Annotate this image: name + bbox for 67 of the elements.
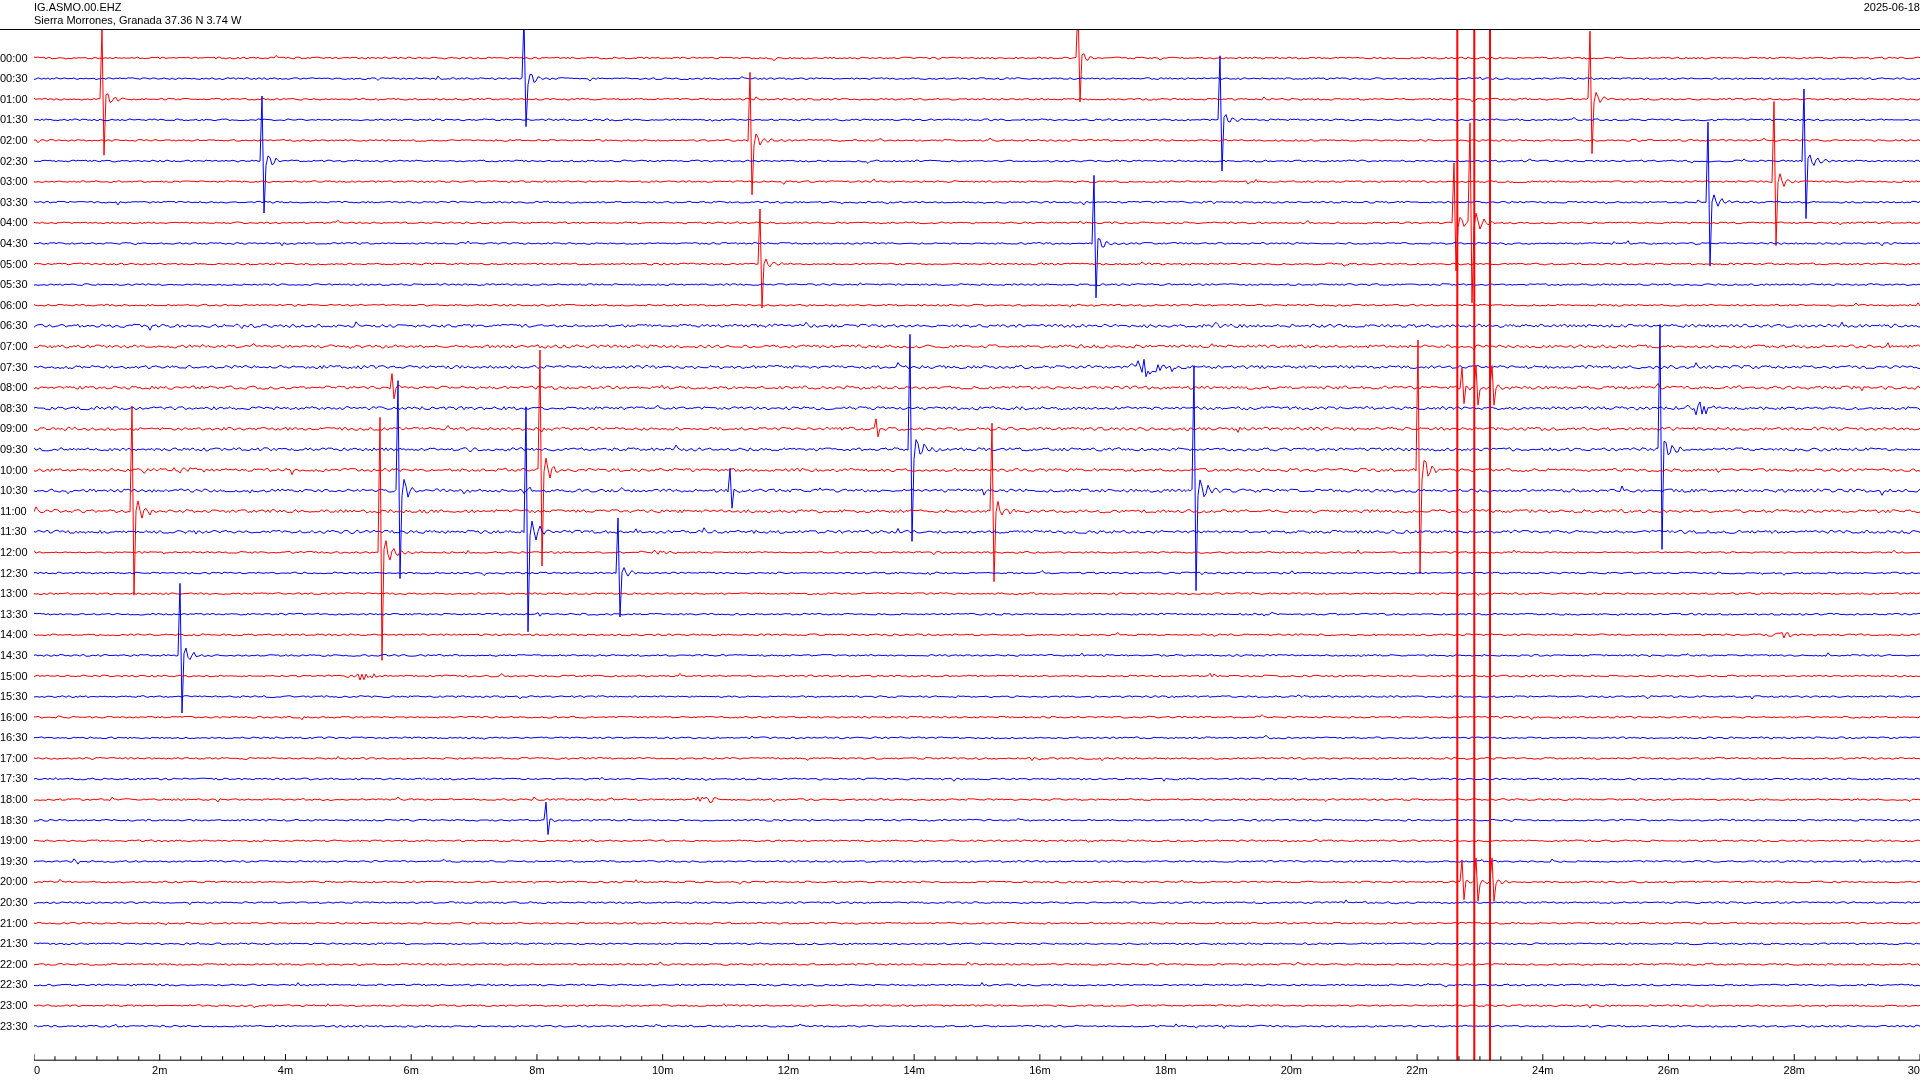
time-label: 06:30 [0,318,29,334]
time-label: 16:00 [0,709,29,725]
time-label: 08:30 [0,400,29,416]
time-label: 15:00 [0,668,29,684]
time-label: 11:00 [0,503,28,519]
time-label: 13:00 [0,586,29,602]
time-label: 04:00 [0,215,29,231]
time-label: 05:30 [0,277,29,293]
axis-label: 18m [1154,1064,1177,1077]
axis-label: 0 [34,1064,41,1077]
time-label: 07:30 [0,359,29,375]
time-label: 17:30 [0,771,29,787]
time-label: 14:30 [0,647,29,663]
time-label: 23:30 [0,1018,29,1034]
time-label: 01:30 [0,112,29,128]
time-label: 21:30 [0,936,29,952]
time-label: 02:00 [0,133,29,149]
time-label: 11:30 [0,524,28,540]
axis-label: 16m [1029,1064,1051,1077]
time-label: 19:00 [0,833,29,849]
time-label: 18:00 [0,792,29,808]
time-label: 06:00 [0,297,29,313]
time-label: 12:00 [0,544,29,560]
axis-label: 26m [1657,1064,1680,1077]
time-label: 13:30 [0,606,29,622]
axis-label: 24m [1532,1064,1554,1077]
axis-label: 20m [1280,1064,1303,1077]
time-label: 04:30 [0,236,29,252]
time-label: 22:30 [0,977,29,993]
axis-label: 28m [1783,1064,1805,1077]
axis-label: 14m [903,1064,925,1077]
time-label: 00:30 [0,71,29,87]
time-label: 03:00 [0,174,29,190]
axis-label: 6m [403,1064,419,1077]
time-label: 15:30 [0,689,29,705]
axis-label: 12m [777,1064,800,1077]
time-label: 22:00 [0,956,29,972]
time-label: 17:00 [0,750,29,766]
date-label: 2025-06-18 [1863,0,1920,15]
time-label: 19:30 [0,853,29,869]
time-label: 08:00 [0,380,29,396]
time-label: 21:00 [0,915,29,931]
time-label: 00:00 [0,50,29,66]
time-label: 10:00 [0,462,29,478]
time-label: 14:00 [0,627,29,643]
time-label: 18:30 [0,812,29,828]
axis-label: 22m [1406,1064,1428,1077]
time-label: 05:00 [0,256,29,272]
time-label: 20:00 [0,874,29,890]
time-label: 10:30 [0,483,29,499]
station-code: IG.ASMO.00.EHZ [34,1,123,14]
axis-label: 4m [277,1064,294,1077]
time-label: 02:30 [0,153,29,169]
axis-label: 10m [651,1064,674,1077]
time-label: 16:30 [0,730,29,746]
axis-label: 30 [1907,1064,1920,1077]
time-label: 12:30 [0,565,29,581]
time-label: 03:30 [0,194,29,210]
time-label: 23:00 [0,998,29,1013]
time-label: 09:30 [0,441,29,457]
axis-label: 8m [529,1064,545,1077]
time-label: 20:30 [0,895,29,911]
station-location: Sierra Morrones, Granada 37.36 N 3.74 W [34,14,242,27]
time-label: 07:00 [0,339,29,354]
axis-label: 2m [152,1064,168,1077]
time-label: 09:00 [0,421,29,437]
time-label: 01:00 [0,91,29,107]
